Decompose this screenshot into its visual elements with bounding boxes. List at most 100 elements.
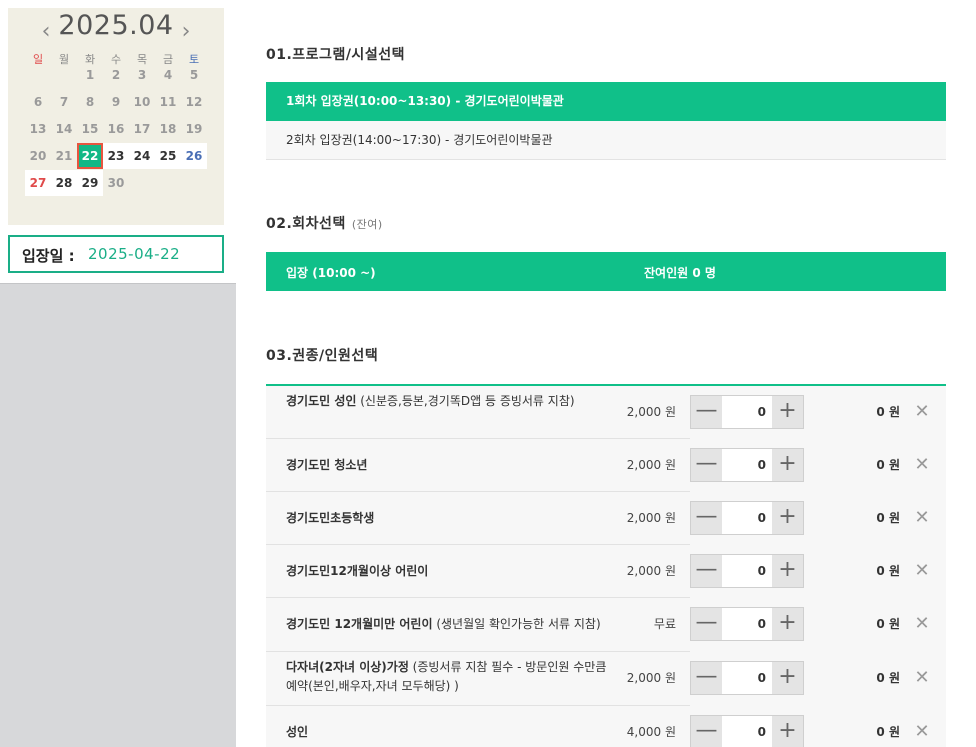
minus-icon[interactable]: —: [691, 662, 722, 694]
ticket-name-main: 경기도민12개월이상 어린이: [286, 564, 429, 578]
minus-icon[interactable]: —: [691, 449, 722, 481]
ticket-name-main: 경기도민 12개월미만 어린이: [286, 617, 433, 631]
entry-date-label: 입장일 :: [22, 247, 75, 265]
calendar-day: 3: [137, 68, 147, 82]
ticket-name-main: 경기도민초등학생: [286, 511, 375, 525]
ticket-name-note: (생년월일 확인가능한 서류 지참): [432, 617, 601, 631]
ticket-price: 2,000 원: [626, 405, 676, 419]
round-remaining: 잔여인원 0 명: [644, 266, 716, 280]
main-content: 01.프로그램/시설선택 1회차 입장권(10:00~13:30) - 경기도어…: [266, 0, 946, 747]
close-icon[interactable]: ✕: [914, 403, 930, 421]
close-icon[interactable]: ✕: [914, 456, 930, 474]
calendar: ‹ 2025.04 › 일월화수목금토 1 2 3 4 5 6 7 8 9 10 11 12 13 14 1…: [8, 8, 224, 225]
minus-icon[interactable]: —: [691, 608, 722, 640]
ticket-total: 0 원: [876, 405, 900, 419]
weekday-label: 일: [32, 53, 44, 66]
calendar-day: 1: [85, 68, 95, 82]
ticket-name: 경기도민12개월이상 어린이: [286, 562, 616, 581]
calendar-day: 2: [111, 68, 121, 82]
close-icon[interactable]: ✕: [914, 615, 930, 633]
ticket-row: 다자녀(2자녀 이상)가정 (증빙서류 지참 필수 - 방문인원 수만큼 예약(…: [266, 652, 946, 706]
quantity-stepper: —0 +: [690, 607, 804, 641]
ticket-name: 경기도민 청소년: [286, 456, 616, 475]
quantity-stepper: —0 +: [690, 501, 804, 535]
ticket-total: 0 원: [876, 671, 900, 685]
quantity-input[interactable]: 0: [722, 449, 772, 481]
plus-icon[interactable]: +: [772, 608, 803, 640]
minus-icon[interactable]: —: [691, 555, 722, 587]
plus-icon[interactable]: +: [772, 555, 803, 587]
calendar-day[interactable]: 27: [25, 170, 51, 196]
ticket-row: 경기도민12개월이상 어린이 2,000 원 —0 +0 원 ✕: [266, 545, 946, 598]
ticket-name: 경기도민 성인 (신분증,등본,경기똑D앱 등 증빙서류 지참): [286, 392, 616, 411]
quantity-input[interactable]: 0: [722, 608, 772, 640]
ticket-price: 2,000 원: [626, 564, 676, 578]
ticket-name-main: 경기도민 성인: [286, 394, 357, 408]
ticket-price: 2,000 원: [626, 671, 676, 685]
entry-date-value: 2025-04-22: [88, 245, 181, 263]
calendar-day: 4: [163, 68, 173, 82]
calendar-day[interactable]: 25: [155, 143, 181, 169]
calendar-day: 5: [189, 68, 199, 82]
ticket-name-main: 경기도민 청소년: [286, 458, 368, 472]
calendar-day: 15: [81, 122, 99, 136]
ticket-name: 성인: [286, 723, 616, 742]
calendar-day: 17: [133, 122, 151, 136]
round-option[interactable]: 입장 (10:00 ~) 잔여인원 0 명: [266, 252, 946, 291]
calendar-day: 16: [107, 122, 125, 136]
calendar-day: 11: [159, 95, 177, 109]
close-icon[interactable]: ✕: [914, 669, 930, 687]
close-icon[interactable]: ✕: [914, 562, 930, 580]
ticket-price: 4,000 원: [626, 725, 676, 739]
calendar-day: 13: [29, 122, 47, 136]
entry-date-box: 입장일 : 2025-04-22: [8, 235, 224, 273]
quantity-stepper: —0 +: [690, 395, 804, 429]
ticket-price: 2,000 원: [626, 511, 676, 525]
sidebar: ‹ 2025.04 › 일월화수목금토 1 2 3 4 5 6 7 8 9 10 11 12 13 14 1…: [0, 0, 236, 747]
ticket-total: 0 원: [876, 617, 900, 631]
close-icon[interactable]: ✕: [914, 509, 930, 527]
plus-icon[interactable]: +: [772, 396, 803, 428]
calendar-day: 12: [185, 95, 203, 109]
plus-icon[interactable]: +: [772, 662, 803, 694]
calendar-day[interactable]: 23: [103, 143, 129, 169]
minus-icon[interactable]: —: [691, 716, 722, 747]
quantity-input[interactable]: 0: [722, 716, 772, 747]
quantity-input[interactable]: 0: [722, 662, 772, 694]
calendar-day[interactable]: 29: [77, 170, 103, 196]
program-option-2[interactable]: 2회차 입장권(14:00~17:30) - 경기도어린이박물관: [266, 121, 946, 160]
calendar-day[interactable]: 24: [129, 143, 155, 169]
plus-icon[interactable]: +: [772, 716, 803, 747]
calendar-day: 10: [133, 95, 151, 109]
calendar-day[interactable]: 22: [77, 143, 103, 169]
ticket-row: 경기도민 성인 (신분증,등본,경기똑D앱 등 증빙서류 지참) 2,000 원 —…: [266, 386, 946, 439]
ticket-name: 다자녀(2자녀 이상)가정 (증빙서류 지참 필수 - 방문인원 수만큼 예약(…: [286, 658, 616, 696]
ticket-name-main: 성인: [286, 725, 309, 739]
section-title-ticket: 03.권종/인원선택: [266, 348, 379, 364]
ticket-name-note: (신분증,등본,경기똑D앱 등 증빙서류 지참): [356, 394, 575, 408]
calendar-day[interactable]: 28: [51, 170, 77, 196]
ticket-total: 0 원: [876, 725, 900, 739]
calendar-day[interactable]: 26: [181, 143, 207, 169]
calendar-day: 21: [55, 149, 73, 163]
quantity-input[interactable]: 0: [722, 502, 772, 534]
close-icon[interactable]: ✕: [914, 723, 930, 741]
plus-icon[interactable]: +: [772, 502, 803, 534]
section-title-round-text: 02.회차선택: [266, 216, 346, 232]
ticket-name: 경기도민 12개월미만 어린이 (생년월일 확인가능한 서류 지참): [286, 615, 616, 634]
next-month-icon[interactable]: ›: [176, 21, 196, 43]
plus-icon[interactable]: +: [772, 449, 803, 481]
quantity-input[interactable]: 0: [722, 396, 772, 428]
minus-icon[interactable]: —: [691, 396, 722, 428]
program-option-1[interactable]: 1회차 입장권(10:00~13:30) - 경기도어린이박물관: [266, 82, 946, 121]
ticket-row: 경기도민 청소년 2,000 원 —0 +0 원 ✕: [266, 439, 946, 492]
ticket-row: 경기도민 12개월미만 어린이 (생년월일 확인가능한 서류 지참) 무료 —0 +0…: [266, 598, 946, 652]
ticket-name: 경기도민초등학생: [286, 509, 616, 528]
weekday-label: 월: [58, 53, 70, 66]
quantity-input[interactable]: 0: [722, 555, 772, 587]
section-title-program: 01.프로그램/시설선택: [266, 47, 405, 63]
minus-icon[interactable]: —: [691, 502, 722, 534]
prev-month-icon[interactable]: ‹: [36, 21, 56, 43]
sidebar-panel: ‹ 2025.04 › 일월화수목금토 1 2 3 4 5 6 7 8 9 10 11 12 13 14 1…: [0, 0, 236, 284]
calendar-title: 2025.04: [58, 10, 174, 41]
